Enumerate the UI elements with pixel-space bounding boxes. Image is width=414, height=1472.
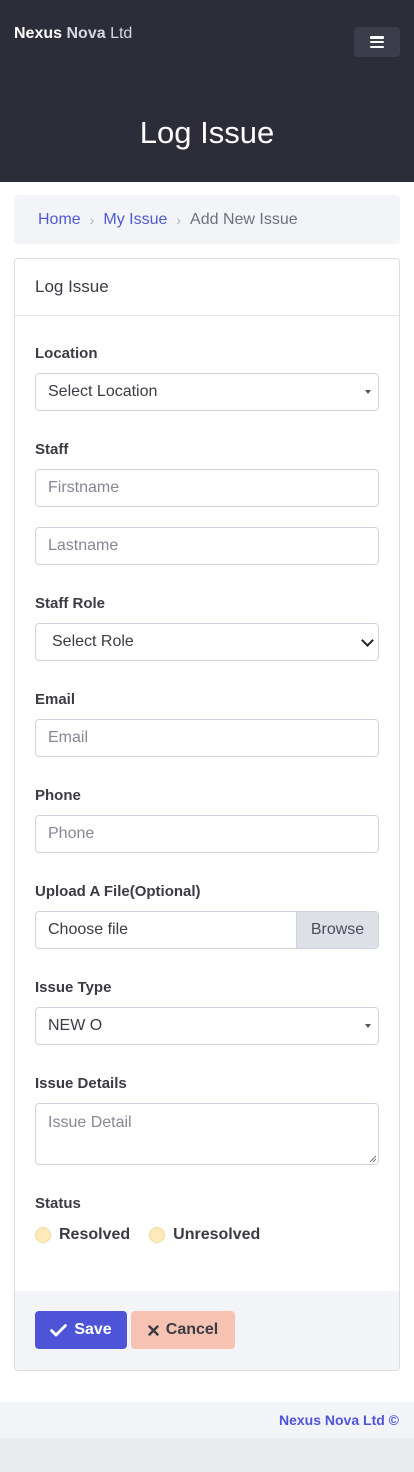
cancel-button[interactable]: Cancel — [131, 1311, 235, 1349]
status-label: Status — [35, 1195, 81, 1212]
location-select[interactable]: Select Location — [35, 373, 379, 411]
phone-input[interactable]: Phone — [35, 815, 379, 853]
email-label: Email — [35, 691, 76, 708]
status-radio-group: Resolved Unresolved — [35, 1226, 279, 1244]
save-button[interactable]: Save — [35, 1311, 127, 1349]
phone-placeholder: Phone — [48, 825, 95, 842]
page-title: Log Issue — [139, 115, 275, 150]
status-option-unresolved[interactable]: Unresolved — [149, 1226, 260, 1244]
menu-toggle-button[interactable] — [354, 27, 400, 57]
location-label: Location — [35, 345, 98, 362]
lastname-input[interactable]: Lastname — [35, 527, 379, 565]
top-header: Nexus Nova Ltd Log Issue — [0, 0, 414, 182]
breadcrumb: Home › My Issue › Add New Issue — [14, 195, 400, 244]
unresolved-radio-label: Unresolved — [173, 1226, 261, 1243]
footer-copyright: Nexus Nova Ltd © — [278, 1412, 399, 1428]
cancel-button-label: Cancel — [165, 1321, 219, 1338]
breadcrumb-my-issue-link[interactable]: My Issue — [103, 211, 167, 229]
resize-grip-icon[interactable] — [369, 1155, 376, 1162]
brand-logo[interactable]: Nexus Nova Ltd — [14, 25, 132, 43]
firstname-input[interactable]: Firstname — [35, 469, 379, 507]
resolved-radio-label: Resolved — [59, 1226, 131, 1243]
upload-label: Upload A File(Optional) — [35, 883, 201, 900]
staff-role-label: Staff Role — [35, 595, 106, 612]
firstname-placeholder: Firstname — [48, 479, 120, 496]
chevron-right-icon: › — [176, 211, 182, 228]
card-title: Log Issue — [15, 259, 399, 316]
issue-type-select-value: NEW O — [48, 1017, 103, 1034]
page-footer: Nexus Nova Ltd © — [0, 1402, 414, 1438]
main-content: Home › My Issue › Add New Issue Log Issu… — [0, 182, 414, 1402]
chevron-right-icon: › — [89, 211, 95, 228]
save-button-label: Save — [74, 1321, 112, 1338]
chevron-down-icon — [361, 634, 374, 647]
brand-name-part2: Nova — [66, 25, 106, 42]
staff-label: Staff — [35, 441, 69, 458]
unresolved-radio[interactable] — [149, 1227, 166, 1243]
issue-type-label: Issue Type — [35, 979, 112, 996]
staff-role-select-value: Select Role — [52, 633, 134, 650]
log-issue-card: Log Issue Location Select Location Staff… — [14, 258, 400, 1371]
browse-button[interactable]: Browse — [296, 912, 378, 948]
close-icon — [148, 1324, 159, 1336]
status-option-resolved[interactable]: Resolved — [35, 1226, 130, 1244]
email-placeholder: Email — [48, 729, 89, 746]
breadcrumb-home-link[interactable]: Home — [38, 211, 81, 229]
file-upload-input[interactable]: Choose file Browse — [35, 911, 379, 949]
resolved-radio[interactable] — [35, 1227, 51, 1243]
issue-details-placeholder: Issue Detail — [48, 1114, 132, 1131]
location-select-value: Select Location — [48, 383, 158, 400]
issue-details-textarea[interactable]: Issue Detail — [35, 1103, 379, 1165]
hamburger-icon — [370, 36, 384, 48]
file-upload-value: Choose file — [48, 921, 129, 938]
breadcrumb-current: Add New Issue — [190, 210, 298, 228]
email-input[interactable]: Email — [35, 719, 379, 757]
check-icon — [50, 1323, 68, 1336]
issue-details-label: Issue Details — [35, 1075, 127, 1092]
brand-name-part3: Ltd — [110, 25, 133, 42]
issue-type-select[interactable]: NEW O — [35, 1007, 379, 1045]
caret-down-icon — [365, 390, 371, 394]
caret-down-icon — [365, 1024, 371, 1028]
lastname-placeholder: Lastname — [48, 537, 119, 554]
staff-role-select[interactable]: Select Role — [35, 623, 379, 661]
form-actions: Save Cancel — [15, 1291, 399, 1370]
phone-label: Phone — [35, 787, 81, 804]
brand-name-part1: Nexus — [14, 25, 63, 42]
